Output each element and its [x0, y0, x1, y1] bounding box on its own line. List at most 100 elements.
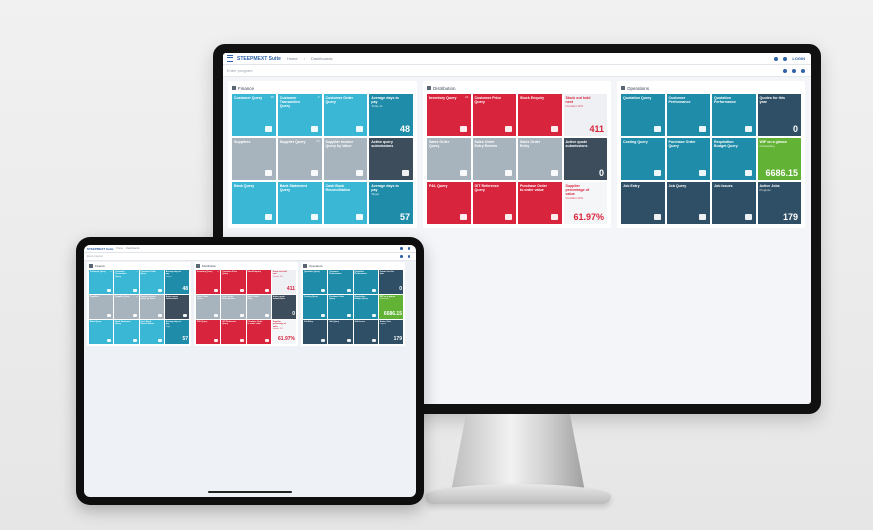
- tablet-tile-quotation-query[interactable]: Quotation Query: [303, 270, 328, 294]
- desktop-tile-quotation-query[interactable]: Quotation Query: [621, 94, 665, 136]
- desktop-tile-active-query-submissions[interactable]: Active query submissions: [369, 138, 413, 180]
- tablet-tile-sales-order-entry[interactable]: Sales Order Entry: [246, 295, 271, 319]
- tablet-tile-average-days-to-pay[interactable]: Average days to pay Today 11 48: [164, 270, 189, 294]
- user-login[interactable]: LOGIN: [792, 56, 805, 61]
- desktop-tile-job-query[interactable]: Job Query: [666, 182, 710, 224]
- tablet-tile-git-reference-query[interactable]: GIT Reference Query: [221, 320, 246, 344]
- tablet-breadcrumb-home[interactable]: Home: [116, 247, 123, 250]
- tablet-tile-supplier-invoice-query-by-value[interactable]: Supplier Invoice Query by Value: [139, 295, 164, 319]
- tablet-home-indicator[interactable]: [208, 491, 292, 493]
- desktop-tile-purchase-order-query[interactable]: Purchase Order Query: [666, 138, 710, 180]
- tablet-tile-p-l-query[interactable]: P&L Query: [196, 320, 221, 344]
- desktop-tile-p-l-query[interactable]: P&L Query: [427, 182, 471, 224]
- tablet-star-icon[interactable]: [407, 255, 410, 258]
- tablet-tile-stock-enquiry[interactable]: Stock Enquiry: [246, 270, 271, 294]
- tablet-tile-job-query[interactable]: Job Query: [328, 320, 353, 344]
- tablet-breadcrumb-dashboards[interactable]: Dashboards: [126, 247, 139, 250]
- tablet-tile-sales-order-query[interactable]: Sales Order Query: [196, 295, 221, 319]
- tablet-tile-bank-statement-query[interactable]: Bank Statement Query: [114, 320, 139, 344]
- desktop-tile-stock-out-hold-next[interactable]: Stock out hold next Constant 12% 411: [563, 94, 607, 136]
- desktop-tile-requisition-budget-query[interactable]: Requisition Budget Query: [712, 138, 756, 180]
- desktop-tile-git-reference-query[interactable]: GIT Reference Query: [472, 182, 516, 224]
- tablet-tile-stock-out-hold-next[interactable]: Stock out hold next Constant 12% 411: [271, 270, 296, 294]
- tablet-tile-active-quote-submissions[interactable]: Active quote submissions 0: [271, 295, 296, 319]
- desktop-tile-sales-order-query[interactable]: Sales Order Query: [427, 138, 471, 180]
- desktop-tile-supplier-query[interactable]: Supplier Query 14: [277, 138, 322, 180]
- desktop-tile-supplier-invoice-query-by-value[interactable]: Supplier Invoice Query by Value: [323, 138, 368, 180]
- eye-icon: [264, 339, 269, 342]
- breadcrumb-dashboards[interactable]: Dashboards: [311, 56, 333, 61]
- tablet-tile-suppliers[interactable]: Suppliers: [89, 295, 114, 319]
- desktop-tile-active-quote-submissions[interactable]: Active quote submissions 0: [563, 138, 607, 180]
- desktop-tile-sales-order-entry[interactable]: Sales Order Entry: [518, 138, 562, 180]
- tablet-tile-supplier-query[interactable]: Supplier Query 14: [114, 295, 139, 319]
- desktop-tile-customer-query[interactable]: Customer Query 15: [232, 94, 276, 136]
- desktop-tile-bank-statement-query[interactable]: Bank Statement Query: [277, 182, 322, 224]
- desktop-tile-purchase-order-to-order-value[interactable]: Purchase Order to order value: [518, 182, 562, 224]
- app-brand[interactable]: STEEPMEXT Suite: [237, 56, 281, 62]
- settings-icon[interactable]: [801, 68, 805, 73]
- tablet-device: STEEPMEXT Suite Home Dashboards Enter pr…: [76, 237, 424, 505]
- tablet-tile-quotes-for-this-year[interactable]: Quotes for this year 0: [378, 270, 403, 294]
- menu-icon[interactable]: [227, 55, 233, 62]
- tablet-tile-inventory-query[interactable]: Inventory Query 21: [196, 270, 221, 294]
- tablet-tile-bank-query[interactable]: Bank Query: [89, 320, 114, 344]
- desktop-tile-wip-on-a-glance[interactable]: WIP on a glance Outstanding 6686.15: [757, 138, 801, 180]
- bell-icon[interactable]: [774, 56, 779, 61]
- tablet-tile-requisition-budget-query[interactable]: Requisition Budget Query: [353, 295, 378, 319]
- desktop-tile-customer-price-query[interactable]: Customer Price Query: [472, 94, 516, 136]
- desktop-tile-average-days-to-pay[interactable]: Average days to pay Target 57: [369, 182, 413, 224]
- desktop-tile-job-entry[interactable]: Job Entry: [621, 182, 665, 224]
- desktop-tile-suppliers[interactable]: Suppliers: [232, 138, 276, 180]
- refresh-icon[interactable]: [783, 68, 787, 73]
- tablet-tile-active-jobs[interactable]: Active Jobs Progress 179: [378, 320, 403, 344]
- desktop-tile-bank-query[interactable]: Bank Query: [232, 182, 276, 224]
- tablet-tile-wip-on-a-glance[interactable]: WIP on a glance Outstanding 6686.15: [378, 295, 403, 319]
- tablet-search-bar: Enter program: [84, 253, 416, 261]
- star-icon[interactable]: [792, 68, 796, 73]
- tablet-tile-customer-price-query[interactable]: Customer Price Query: [221, 270, 246, 294]
- tile-title: Active quote submissions: [565, 140, 588, 149]
- tablet-tile-customer-order-query[interactable]: Customer Order Query: [139, 270, 164, 294]
- tablet-tile-customer-query[interactable]: Customer Query 15: [89, 270, 114, 294]
- desktop-tile-cash-book-reconciliation[interactable]: Cash Book Reconciliation: [323, 182, 368, 224]
- desktop-tile-stock-enquiry[interactable]: Stock Enquiry: [518, 94, 562, 136]
- tablet-tile-cash-book-reconciliation[interactable]: Cash Book Reconciliation: [139, 320, 164, 344]
- tablet-tile-active-query-submissions[interactable]: Active query submissions: [164, 295, 189, 319]
- desktop-tile-customer-order-query[interactable]: Customer Order Query: [323, 94, 368, 136]
- tablet-tile-customer-transaction-query[interactable]: Customer Transaction Query 2: [114, 270, 139, 294]
- tablet-tile-quotation-performance[interactable]: Quotation Performance: [353, 270, 378, 294]
- desktop-tile-job-issues[interactable]: Job Issues: [712, 182, 756, 224]
- desktop-section-title: Operations: [621, 85, 801, 91]
- search-input[interactable]: Enter program: [227, 68, 253, 73]
- tablet-user-icon[interactable]: [407, 247, 410, 250]
- breadcrumb-home[interactable]: Home: [287, 56, 298, 61]
- tablet-tile-job-issues[interactable]: Job Issues: [353, 320, 378, 344]
- tablet-tile-grid: Customer Query 15 Customer Transaction Que…: [89, 270, 189, 344]
- tablet-app-brand[interactable]: STEEPMEXT Suite: [87, 247, 113, 251]
- eye-icon: [550, 214, 558, 220]
- tablet-tile-job-entry[interactable]: Job Entry: [303, 320, 328, 344]
- desktop-tile-quotes-for-this-year[interactable]: Quotes for this year 0: [757, 94, 801, 136]
- desktop-tile-average-days-to-pay[interactable]: Average days to pay Today 11 48: [369, 94, 413, 136]
- desktop-tile-costing-query[interactable]: Costing Query: [621, 138, 665, 180]
- tablet-search-input[interactable]: Enter program: [87, 255, 103, 258]
- desktop-tile-quotation-performance[interactable]: Quotation Performance: [712, 94, 756, 136]
- tile-title: Job Issues: [714, 184, 733, 188]
- tablet-tile-purchase-order-to-order-value[interactable]: Purchase Order to order value: [246, 320, 271, 344]
- tablet-tile-sales-order-entry-review[interactable]: Sales Order Entry Review: [221, 295, 246, 319]
- desktop-tile-customer-performance[interactable]: Customer Performance: [666, 94, 710, 136]
- tablet-tile-supplier-percentage-of-value[interactable]: Supplier percentage of value Constant 12%…: [271, 320, 296, 344]
- tablet-tile-purchase-order-query[interactable]: Purchase Order Query: [328, 295, 353, 319]
- desktop-tile-sales-order-entry-review[interactable]: Sales Order Entry Review: [472, 138, 516, 180]
- desktop-tile-active-jobs[interactable]: Active Jobs Progress 179: [757, 182, 801, 224]
- desktop-tile-supplier-percentage-of-value[interactable]: Supplier percentage of value Constant 12%…: [563, 182, 607, 224]
- tablet-tile-customer-performance[interactable]: Customer Performance: [328, 270, 353, 294]
- desktop-tile-inventory-query[interactable]: Inventory Query 21: [427, 94, 471, 136]
- tablet-bell-icon[interactable]: [400, 247, 403, 250]
- tablet-tile-costing-query[interactable]: Costing Query: [303, 295, 328, 319]
- tablet-refresh-icon[interactable]: [400, 255, 403, 258]
- desktop-tile-customer-transaction-query[interactable]: Customer Transaction Query 2: [277, 94, 322, 136]
- tablet-tile-average-days-to-pay[interactable]: Average days to pay Target 57: [164, 320, 189, 344]
- user-icon[interactable]: [783, 56, 788, 61]
